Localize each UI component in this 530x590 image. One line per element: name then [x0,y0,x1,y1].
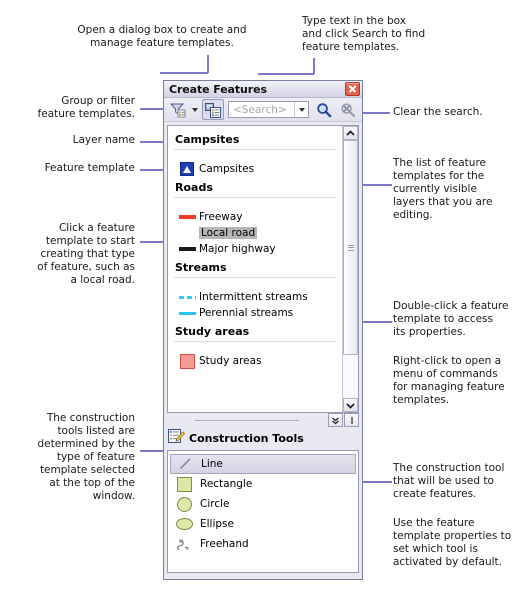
construction-tool-label: Line [201,458,223,470]
line-cyan-dashed-icon [178,295,196,299]
clear-search-icon[interactable] [337,99,359,120]
construction-tool-item[interactable]: Circle [168,494,358,514]
organize-templates-icon[interactable] [202,99,224,120]
feature-template-label: Intermittent streams [199,291,308,303]
point-marker-blue-triangle-icon [178,162,196,176]
rectangle-tool-icon [174,476,194,492]
leader-organize-h [160,72,208,74]
chevron-down-icon[interactable] [192,107,198,112]
annotation-right-click: Right-click to open a menu of commands f… [393,355,505,406]
feature-template-label: Local road [199,227,258,239]
line-cyan-solid-icon [178,311,196,315]
annotation-filter-templates: Group or filter feature templates. [37,95,135,120]
annotation-construction-tool-used: The construction tool that will be used … [393,462,505,500]
construction-tool-item[interactable]: Ellipse [168,514,358,534]
construction-tool-item-selected[interactable]: Line [170,454,356,474]
search-icon[interactable] [313,99,335,120]
annotation-click-template: Click a feature template to start creati… [37,222,135,286]
toolbar: <Search> [164,98,362,122]
search-input[interactable]: <Search> [228,101,309,118]
chevron-down-icon[interactable] [343,398,358,412]
splitter-line [195,419,299,421]
line-tool-icon [175,457,195,471]
resize-handle-icon[interactable] [344,413,359,427]
feature-template-label: Campsites [199,163,255,175]
construction-tool-item[interactable]: Rectangle [168,474,358,494]
feature-template-label: Major highway [199,243,276,255]
window-title: Create Features [169,82,267,96]
feature-template-item[interactable]: Campsites [168,161,342,177]
construction-tools-list[interactable]: Line Rectangle Circle Ellipse Freehand [167,450,359,573]
layer-group-header: Campsites [175,133,240,146]
annotated-screenshot: Open a dialog box to create and manage f… [0,0,530,590]
annotation-feature-template: Feature template [44,162,135,174]
feature-templates-panel: Campsites Campsites Roads Freeway Local … [167,125,359,413]
annotation-clear-search: Clear the search. [393,106,483,118]
feature-template-item[interactable]: Perennial streams [168,305,342,321]
leader-search-h [258,73,314,75]
leader-search-v [313,58,315,74]
layer-group-header: Study areas [175,325,250,338]
construction-tool-label: Circle [200,498,230,510]
annotation-construction-determined: The construction tools listed are determ… [37,412,135,502]
group-divider [174,149,336,150]
construction-tool-item[interactable]: Freehand [168,534,358,554]
construction-tools-header: Construction Tools [164,427,362,450]
construction-tool-label: Ellipse [200,518,234,530]
feature-template-label: Study areas [199,355,262,367]
panel-splitter[interactable] [164,413,362,427]
feature-template-label: Perennial streams [199,307,294,319]
leader-organize-v [207,55,209,73]
search-placeholder: <Search> [233,103,287,116]
feature-templates-list[interactable]: Campsites Campsites Roads Freeway Local … [168,126,342,412]
circle-tool-icon [174,496,194,512]
layer-group-header: Streams [175,261,227,274]
annotation-template-properties: Use the feature template properties to s… [393,517,512,568]
group-divider [174,341,336,342]
close-icon[interactable] [345,82,360,96]
line-red-icon [178,215,196,219]
window-titlebar: Create Features [164,81,362,98]
feature-template-item[interactable]: Study areas [168,353,342,369]
feature-template-item[interactable]: Major highway [168,241,342,257]
feature-template-label: Freeway [199,211,243,223]
construction-tools-icon [168,429,186,447]
annotation-double-click: Double-click a feature template to acces… [393,300,509,338]
double-chevron-down-icon[interactable] [328,413,343,427]
group-divider [174,197,336,198]
line-black-icon [178,247,196,251]
create-features-window: Create Features <Search> Campsites Camps… [163,80,363,580]
chevron-up-icon[interactable] [343,126,358,140]
freehand-tool-icon [174,537,194,551]
ellipse-tool-icon [174,518,194,530]
annotation-layer-name: Layer name [72,134,135,146]
filter-templates-icon[interactable] [167,99,189,120]
annotation-organize-templates: Open a dialog box to create and manage f… [77,24,247,49]
layer-group-header: Roads [175,181,213,194]
group-divider [174,277,336,278]
scrollbar-thumb[interactable] [343,140,358,355]
chevron-down-icon[interactable] [294,102,308,117]
vertical-scrollbar[interactable] [342,126,358,412]
feature-template-item-selected[interactable]: Local road [168,225,342,241]
polygon-pink-icon [178,353,196,369]
annotation-list-of-templates: The list of feature templates for the cu… [393,157,493,221]
feature-template-item[interactable]: Freeway [168,209,342,225]
construction-tools-title: Construction Tools [189,431,304,445]
annotation-search: Type text in the box and click Search to… [302,15,426,53]
construction-tool-label: Rectangle [200,478,253,490]
feature-template-item[interactable]: Intermittent streams [168,289,342,305]
construction-tool-label: Freehand [200,538,249,550]
grip-icon [347,243,354,252]
scrollbar-track[interactable] [343,140,358,398]
